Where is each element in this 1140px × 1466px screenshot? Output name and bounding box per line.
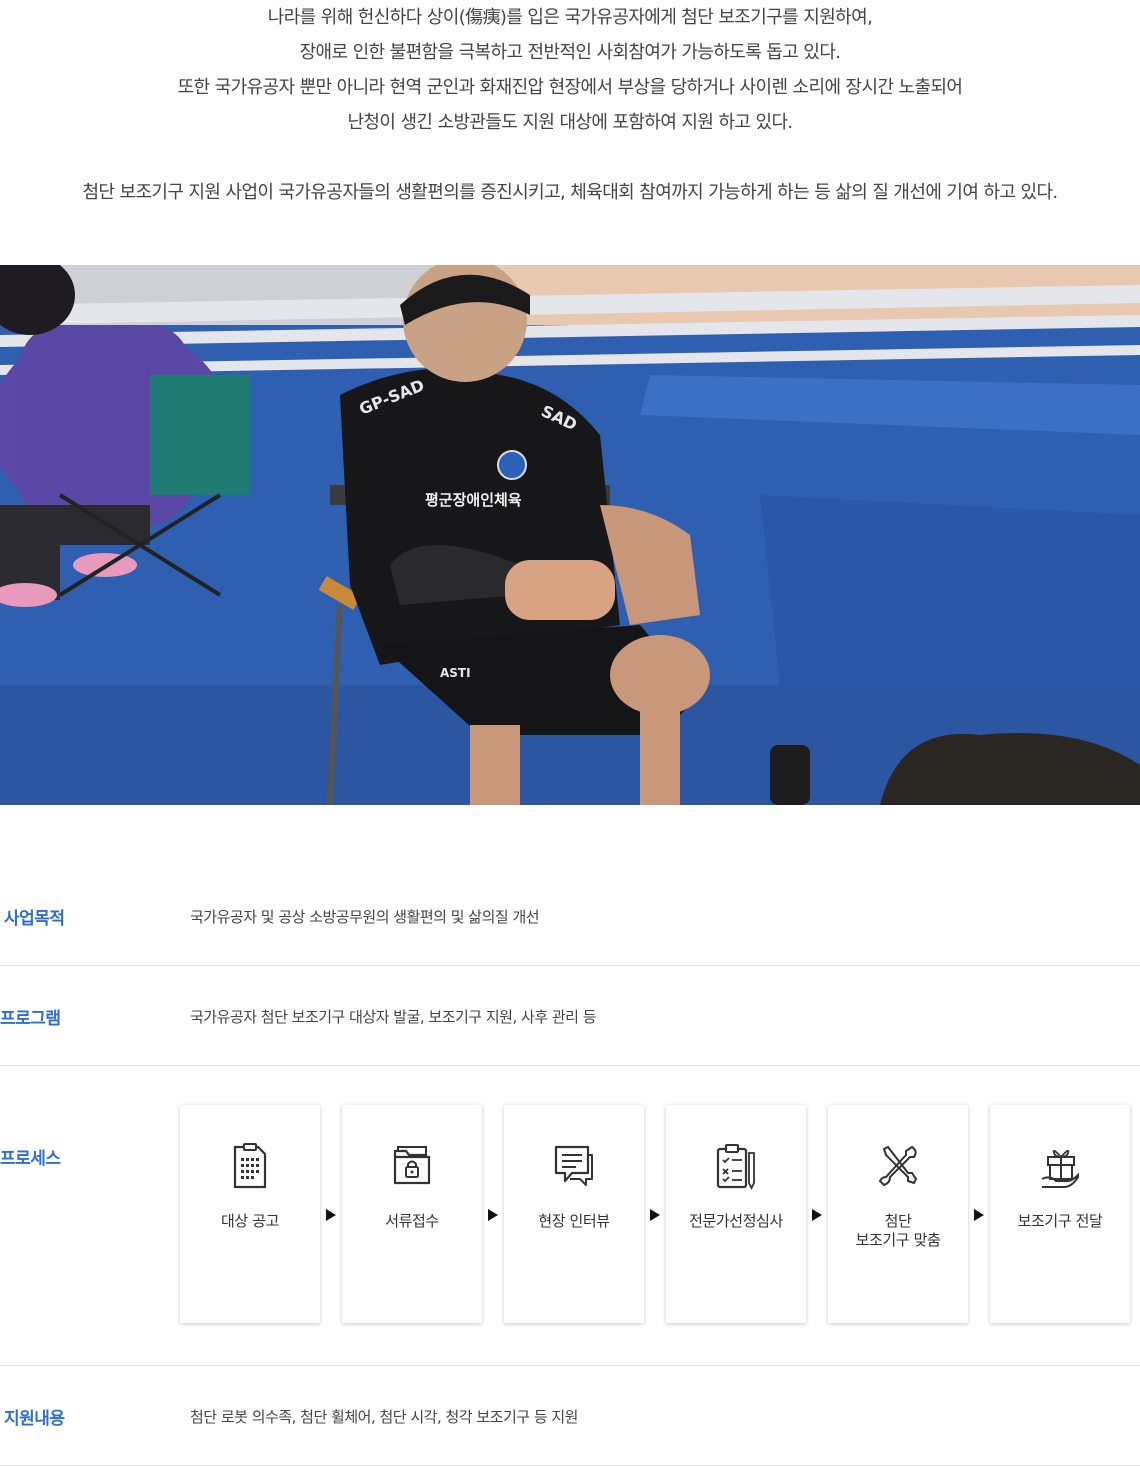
- process-step-customize: 첨단 보조기구 맞춤: [828, 1105, 968, 1323]
- step-label: 대상 공고: [221, 1212, 279, 1230]
- intro-line: 장애로 인한 불편함을 극복하고 전반적인 사회참여가 가능하도록 돕고 있다.: [299, 42, 841, 63]
- process-steps: 대상 공고 서류접수 현장 인터뷰 전문가선정심사 첨단 보조기구 맞춤 보조기…: [180, 1105, 1132, 1325]
- intro-line: 난청이 생긴 소방관들도 지원 대상에 포함하여 지원 하고 있다.: [347, 112, 793, 133]
- program-row: 프로그램 국가유공자 첨단 보조기구 대상자 발굴, 보조기구 지원, 사후 관…: [0, 966, 1140, 1066]
- support-row: 지원내용 첨단 로봇 의수족, 첨단 휠체어, 첨단 시각, 청각 보조기구 등…: [0, 1366, 1140, 1466]
- clipboard-checklist-icon: [716, 1144, 755, 1191]
- purpose-label: 사업목적: [4, 909, 65, 929]
- process-step-notice: 대상 공고: [180, 1105, 320, 1323]
- program-label: 프로그램: [0, 1009, 61, 1029]
- chat-bubble-icon: [554, 1145, 593, 1186]
- support-value: 첨단 로봇 의수족, 첨단 휠체어, 첨단 시각, 청각 보조기구 등 지원: [190, 1408, 579, 1426]
- process-step-documents: 서류접수: [342, 1105, 482, 1323]
- athlete-photo: GP-SAD SAD 평군장애인체육 ASTI: [0, 265, 1140, 805]
- process-step-interview: 현장 인터뷰: [504, 1105, 644, 1323]
- process-step-review: 전문가선정심사: [666, 1105, 806, 1323]
- step-label: 보조기구 전달: [1017, 1212, 1103, 1230]
- chest-text: 평군장애인체육: [425, 491, 522, 509]
- purpose-value: 국가유공자 및 공상 소방공무원의 생활편의 및 삶의질 개선: [190, 908, 540, 926]
- support-label: 지원내용: [4, 1409, 65, 1429]
- intro-summary: 첨단 보조기구 지원 사업이 국가유공자들의 생활편의를 증진시키고, 체육대회…: [82, 182, 1058, 203]
- tools-icon: [878, 1145, 918, 1187]
- notice-document-icon: [233, 1143, 267, 1189]
- purpose-row: 사업목적 국가유공자 및 공상 소방공무원의 생활편의 및 삶의질 개선: [0, 865, 1140, 966]
- process-step-delivery: 보조기구 전달: [990, 1105, 1130, 1323]
- intro-line: 또한 국가유공자 뿐만 아니라 현역 군인과 화재진압 현장에서 부상을 당하거…: [177, 77, 963, 98]
- step-label: 첨단 보조기구 맞춤: [855, 1212, 941, 1249]
- intro-line: 나라를 위해 헌신하다 상이(傷痍)를 입은 국가유공자에게 첨단 보조기구를 …: [267, 7, 873, 28]
- step-arrow: [650, 1209, 660, 1221]
- gift-hand-icon: [1041, 1149, 1079, 1188]
- step-label: 서류접수: [385, 1212, 439, 1230]
- step-arrow: [488, 1209, 498, 1221]
- step-arrow: [974, 1209, 984, 1221]
- process-label: 프로세스: [0, 1149, 61, 1169]
- shorts-text: ASTI: [440, 666, 471, 680]
- step-label: 전문가선정심사: [689, 1212, 783, 1230]
- program-value: 국가유공자 첨단 보조기구 대상자 발굴, 보조기구 지원, 사후 관리 등: [190, 1008, 597, 1026]
- intro-text: 나라를 위해 헌신하다 상이(傷痍)를 입은 국가유공자에게 첨단 보조기구를 …: [0, 0, 1140, 210]
- step-label: 현장 인터뷰: [538, 1212, 610, 1230]
- step-arrow: [812, 1209, 822, 1221]
- folder-lock-icon: [393, 1146, 431, 1185]
- step-arrow: [326, 1209, 336, 1221]
